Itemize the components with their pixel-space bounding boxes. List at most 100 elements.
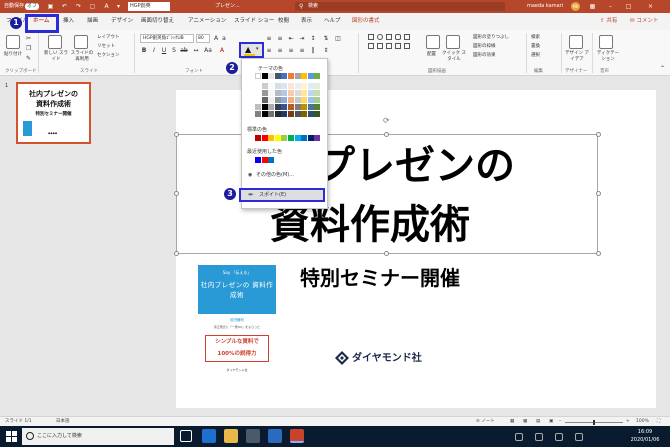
bold-icon[interactable]: B [140,47,148,55]
increase-indent-icon[interactable]: ⇥ [298,35,306,43]
justify-icon[interactable]: ≡ [298,47,306,55]
theme-color-swatch[interactable] [307,73,314,79]
normal-view-icon[interactable]: ▦ [510,419,514,425]
shape-outline-button[interactable]: 図形の枠線 [473,44,496,50]
standard-color-swatch[interactable] [281,135,288,141]
underline-icon[interactable]: U [160,47,168,55]
shapes-gallery[interactable] [368,34,420,60]
theme-tint-swatch[interactable] [307,83,314,89]
slide-sorter-icon[interactable]: ▩ [523,419,527,425]
zoom-in-icon[interactable]: + [626,419,630,425]
zoom-slider-thumb[interactable] [593,420,595,425]
theme-tint-swatch[interactable] [255,90,261,96]
design-ideas-label[interactable]: デザイン アイデア [564,51,590,63]
bullets-icon[interactable]: ≡ [265,35,273,43]
replace-button[interactable]: 置換 [531,44,540,50]
new-slide-label[interactable]: 新しい スライド [43,51,69,63]
triangle-shape-icon[interactable] [377,43,383,49]
change-case-icon[interactable]: Aa [204,47,212,55]
theme-tint-swatch[interactable] [255,83,261,89]
rotate-handle-icon[interactable]: ⟳ [383,116,390,125]
reset-button[interactable]: リセット [97,44,115,50]
smartart-icon[interactable]: ◫ [334,35,342,43]
rectangle-shape-icon[interactable] [368,34,374,40]
align-right-icon[interactable]: ≡ [287,47,295,55]
theme-tint-swatch[interactable] [288,97,294,103]
recent-color-swatch[interactable] [255,157,261,163]
tab-review[interactable]: 校閲 [278,17,289,26]
store-icon[interactable] [246,429,260,443]
tab-animations[interactable]: アニメーション [188,17,226,26]
autosave-toggle[interactable]: オフ [25,3,40,10]
copy-icon[interactable]: ❐ [26,46,31,52]
theme-tint-swatch[interactable] [294,97,301,103]
standard-color-swatch[interactable] [261,135,268,141]
quick-style-icon[interactable] [446,35,460,49]
theme-tint-swatch[interactable] [281,111,288,117]
qat-font-field[interactable]: HGP創英 [128,2,170,11]
theme-tint-swatch[interactable] [281,83,288,89]
theme-tint-swatch[interactable] [307,104,314,110]
theme-tint-swatch[interactable] [274,90,281,96]
dictate-icon[interactable] [599,35,613,49]
undo-icon[interactable]: ↶ [60,2,69,11]
font-color-quick-icon[interactable]: A [102,2,111,11]
share-button[interactable]: ⇧ 共有 [600,16,617,27]
file-explorer-icon[interactable] [224,429,238,443]
comment-button[interactable]: ✉ コメント [630,16,658,27]
taskbar-clock[interactable]: 16:09 2020/01/06 [625,428,665,444]
theme-tint-swatch[interactable] [314,97,321,103]
standard-color-swatch[interactable] [268,135,275,141]
theme-tint-swatch[interactable] [274,97,281,103]
theme-tint-swatch[interactable] [301,111,308,117]
resize-handle[interactable] [174,132,179,137]
theme-tint-swatch[interactable] [301,97,308,103]
language[interactable]: 日本語 [56,419,70,425]
shadow-icon[interactable]: S [170,47,178,55]
theme-tint-swatch[interactable] [268,90,275,96]
theme-color-swatch[interactable] [314,73,321,79]
strikethrough-icon[interactable]: ab [180,47,188,55]
theme-tint-swatch[interactable] [268,97,275,103]
standard-color-swatch[interactable] [274,135,281,141]
slide-thumbnail[interactable]: 社内プレゼンの 資料作成術 特別セミナー開催 ◆◆◆◆ [16,82,91,144]
tab-transitions[interactable]: 画面切り替え [141,17,174,26]
qat-customize-icon[interactable]: ▾ [114,2,123,11]
book-cover-image[interactable]: Say 「伝える」 社内プレゼンの 資料作成術 前田鎌利 孫正義氏に「一発OK」… [198,265,276,377]
theme-tint-swatch[interactable] [288,83,294,89]
theme-tint-swatch[interactable] [294,104,301,110]
user-name[interactable]: maeda kamari [527,3,563,10]
tab-design[interactable]: デザイン [111,17,133,26]
volume-icon[interactable] [555,433,563,441]
decrease-indent-icon[interactable]: ⇤ [287,35,295,43]
theme-tint-swatch[interactable] [261,111,268,117]
theme-tint-swatch[interactable] [281,90,288,96]
maximize-icon[interactable]: □ [624,2,633,11]
new-slide-icon[interactable] [48,35,62,49]
theme-tint-swatch[interactable] [274,83,281,89]
grow-font-icon[interactable]: A [212,35,220,43]
ribbon-display-icon[interactable]: ▦ [588,2,597,11]
resize-handle[interactable] [384,132,389,137]
notes-button[interactable]: ≡ ノート [476,419,495,425]
brace-shape-icon[interactable] [395,43,401,49]
tab-help[interactable]: ヘルプ [324,17,341,26]
zoom-level[interactable]: 100% [636,419,649,425]
align-center-icon[interactable]: ≡ [276,47,284,55]
shape-effect-button[interactable]: 図形の効果 [473,53,496,59]
font-color-icon[interactable]: A [218,47,226,55]
theme-tint-swatch[interactable] [255,111,261,117]
theme-tint-swatch[interactable] [314,104,321,110]
rounded-rect-shape-icon[interactable] [395,34,401,40]
theme-color-swatch[interactable] [261,73,268,79]
task-view-icon[interactable] [180,430,192,442]
resize-handle[interactable] [596,191,601,196]
theme-tint-swatch[interactable] [314,83,321,89]
theme-tint-swatch[interactable] [281,104,288,110]
theme-tint-swatch[interactable] [268,83,275,89]
theme-color-swatch[interactable] [255,73,261,79]
theme-tint-swatch[interactable] [288,111,294,117]
resize-handle[interactable] [384,251,389,256]
shrink-font-icon[interactable]: a [220,35,228,43]
arrow-shape-icon[interactable] [368,43,374,49]
